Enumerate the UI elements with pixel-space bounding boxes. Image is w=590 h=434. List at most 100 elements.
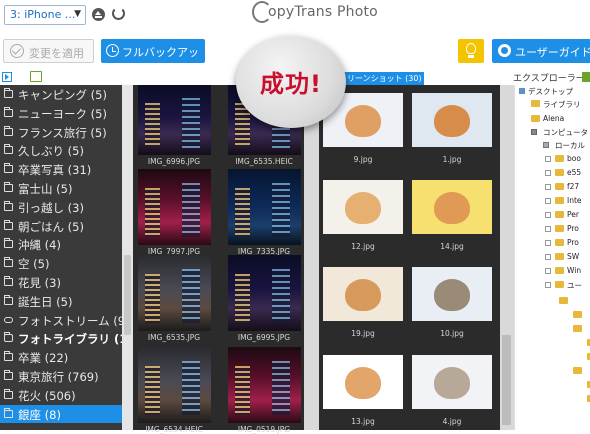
screenshot-album-tab[interactable]: リーンショット (30): [344, 72, 424, 85]
refresh-icon[interactable]: [112, 7, 125, 20]
sidebar-item[interactable]: フォトライブラリ (142...: [0, 329, 122, 348]
sidebar-item[interactable]: 卒業 (22): [0, 348, 122, 367]
tree-expand-box[interactable]: [545, 240, 551, 246]
tree-expand-box[interactable]: [545, 282, 551, 288]
tree-node-folder[interactable]: ユー: [567, 280, 582, 291]
tree-node-desktop[interactable]: デスクトップ: [528, 86, 573, 97]
tree-node-folder[interactable]: Pro: [567, 224, 579, 233]
folder-icon: [4, 370, 13, 380]
sidebar-item[interactable]: 富士山 (5): [0, 179, 122, 198]
tree-expand-box[interactable]: [545, 268, 551, 274]
tree-expand-box[interactable]: [545, 184, 551, 190]
user-guide-label: ユーザーガイド: [515, 46, 590, 59]
eject-icon[interactable]: [92, 8, 105, 21]
sidebar-scrollbar-thumb[interactable]: [124, 255, 131, 335]
photo-thumbnail[interactable]: [138, 255, 211, 331]
folder-icon: [573, 325, 582, 332]
full-backup-button[interactable]: フルバックアップ: [101, 39, 205, 75]
apply-changes-button[interactable]: 変更を適用: [3, 39, 94, 63]
sidebar-item-label: 花見 (3): [18, 276, 61, 290]
sidebar-item-label: フォトライブラリ (142...: [18, 332, 122, 347]
explorer-header-label: エクスプローラー: [513, 74, 585, 84]
sidebar-item-label: 卒業写真 (31): [18, 163, 92, 178]
photo-thumbnail[interactable]: [228, 347, 301, 423]
lifebuoy-icon: [498, 44, 511, 57]
tree-node-folder[interactable]: Pro: [567, 238, 579, 247]
sidebar-item[interactable]: 誕生日 (5): [0, 292, 122, 311]
tree-node-folder[interactable]: Inte: [567, 196, 582, 205]
sidebar-item[interactable]: 朝ごはん (5): [0, 217, 122, 236]
user-guide-button[interactable]: ユーザーガイド: [492, 39, 590, 63]
tree-node-folder[interactable]: Win: [567, 266, 581, 275]
photo-thumbnail[interactable]: [138, 85, 211, 155]
tree-node-folder[interactable]: SW: [567, 252, 579, 261]
folder-icon: [555, 197, 564, 204]
photo-thumbnail[interactable]: [323, 355, 403, 409]
tree-node-folder[interactable]: Per: [567, 210, 579, 219]
play-icon[interactable]: [2, 72, 12, 82]
photo-thumbnail[interactable]: [228, 255, 301, 331]
sidebar-item[interactable]: フォトストリーム (9...: [0, 311, 122, 330]
sidebar-item[interactable]: 東京旅行 (769): [0, 367, 122, 386]
folder-icon: [555, 155, 564, 162]
title-bar: 3: iPhone ... ▼ opyTrans Photo: [0, 0, 590, 32]
pane-divider[interactable]: [304, 85, 319, 430]
sidebar-item[interactable]: 花見 (3): [0, 273, 122, 292]
sidebar-item[interactable]: 久しぶり (5): [0, 141, 122, 160]
explorer-add-icon[interactable]: [582, 72, 590, 82]
tree-node-computer[interactable]: コンピュータ: [543, 127, 588, 138]
sidebar-item[interactable]: キャンピング (5): [0, 85, 122, 104]
tree-expand-box[interactable]: [545, 254, 551, 260]
sidebar-item[interactable]: 銀座 (8): [0, 404, 122, 424]
tree-node-folder[interactable]: e55: [567, 168, 581, 177]
sidebar-item-label: 卒業 (22): [18, 351, 69, 366]
sidebar-item[interactable]: 沖縄 (4): [0, 235, 122, 254]
photo-thumbnail[interactable]: [412, 180, 492, 234]
sidebar-item[interactable]: ニューヨーク (5): [0, 104, 122, 123]
tips-button[interactable]: [458, 39, 484, 63]
folder-icon: [573, 311, 582, 318]
folder-icon: [555, 239, 564, 246]
photo-thumbnail[interactable]: [138, 347, 211, 423]
photo-thumbnail[interactable]: [412, 267, 492, 321]
tree-node-folder[interactable]: f27: [567, 182, 579, 191]
folder-icon: [4, 106, 13, 117]
explorer-header: エクスプローラー: [513, 71, 585, 84]
sidebar-item-label: 銀座 (8): [18, 407, 61, 422]
screenshot-photo-pane: 9.jpg 1.jpg 12.jpg 14.jpg 19.jpg 10.jpg 13.jpg…: [319, 85, 500, 430]
tree-node-folder[interactable]: boo: [567, 154, 581, 163]
device-select[interactable]: 3: iPhone ... ▼: [4, 5, 86, 25]
photo-thumbnail[interactable]: [323, 267, 403, 321]
photo-thumbnail[interactable]: [412, 355, 492, 409]
sidebar-item[interactable]: 花火 (506): [0, 386, 122, 405]
folder-icon: [4, 144, 13, 155]
tree-expand-box[interactable]: [545, 226, 551, 232]
tree-expand-box[interactable]: [545, 156, 551, 162]
sidebar-item[interactable]: 空 (5): [0, 254, 122, 273]
folder-icon: [555, 253, 564, 260]
tree-expand-box[interactable]: [545, 170, 551, 176]
lightbulb-icon: [466, 43, 476, 54]
camera-icon: [4, 332, 13, 343]
sidebar-item-label: 富士山 (5): [18, 182, 73, 196]
kitten-shape: [434, 279, 470, 311]
sidebar-item[interactable]: 卒業写真 (31): [0, 160, 122, 179]
screenshot-pane-scrollbar-thumb[interactable]: [502, 335, 511, 425]
tree-expand-box[interactable]: [545, 198, 551, 204]
tree-node-user[interactable]: Alena: [543, 114, 564, 123]
sidebar-item[interactable]: フランス旅行 (5): [0, 123, 122, 142]
sidebar-item[interactable]: 引っ越し (3): [0, 198, 122, 217]
photo-thumbnail[interactable]: [138, 169, 211, 245]
photo-thumbnail[interactable]: [323, 180, 403, 234]
kitten-shape: [434, 105, 470, 137]
photo-thumbnail[interactable]: [412, 93, 492, 147]
photo-thumbnail[interactable]: [228, 169, 301, 245]
tree-node-library[interactable]: ライブラリ: [543, 99, 581, 110]
apply-changes-label: 変更を適用: [29, 47, 84, 60]
tree-node-local[interactable]: ローカル: [555, 140, 585, 151]
tree-node-desktop-icon: [519, 88, 525, 94]
photo-caption: IMG_6535.JPG: [147, 333, 201, 342]
screenshot-tab-label: リーンショット (30): [347, 74, 422, 83]
add-album-icon[interactable]: [30, 71, 42, 82]
tree-expand-box[interactable]: [545, 212, 551, 218]
